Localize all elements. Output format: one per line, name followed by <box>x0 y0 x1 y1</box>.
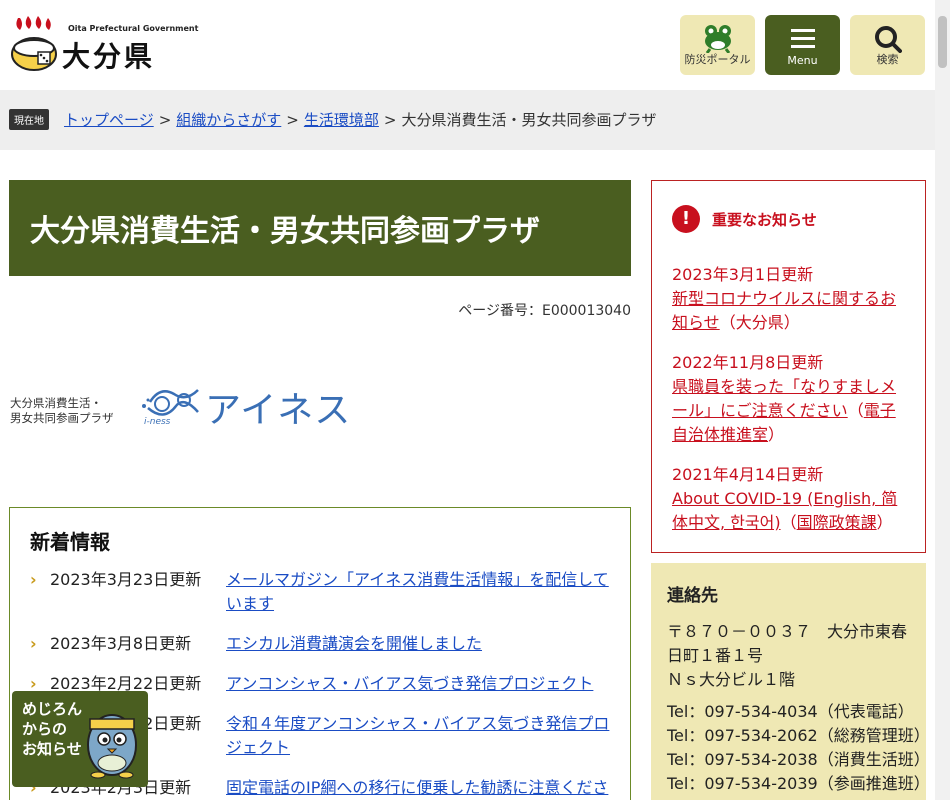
breadcrumb-current: 大分県消費生活・男女共同参画プラザ <box>401 111 657 129</box>
page-title: 大分県消費生活・男女共同参画プラザ <box>30 214 540 249</box>
breadcrumb-link-department[interactable]: 生活環境部 <box>304 111 379 129</box>
page-number: ページ番号：E000013040 <box>458 303 631 319</box>
notice-date: 2022年11月8日更新 <box>672 353 824 372</box>
disaster-portal-button[interactable]: 防災ポータル <box>680 15 755 75</box>
logo-english-text: Oita Prefectural Government <box>68 24 199 33</box>
iness-logo-icon: i-ness <box>142 389 199 426</box>
notice-dept-paren-open: （ <box>719 313 736 332</box>
page-title-banner: 大分県消費生活・男女共同参画プラザ <box>9 180 631 276</box>
search-label: 検索 <box>876 53 899 66</box>
news-link[interactable]: 令和４年度アンコンシャス・バイアス気づき発信プロジェクト <box>226 712 620 760</box>
mejiron-text: めじろん からの お知らせ <box>22 699 82 759</box>
mejiron-mascot-icon <box>87 714 137 779</box>
menu-label: Menu <box>787 54 818 67</box>
notice-date: 2021年4月14日更新 <box>672 465 824 484</box>
phone-line: Tel：097-534-4034（代表電話） <box>667 702 914 721</box>
phone-line: Tel：097-534-2039（参画推進班） <box>667 774 930 793</box>
notice-dept-paren-close: ） <box>783 313 800 332</box>
breadcrumb-separator: > <box>286 111 299 129</box>
breadcrumb-separator: > <box>383 111 397 129</box>
phone-line: Tel：097-534-2062（総務管理班） <box>667 726 930 745</box>
mejiron-notice-button[interactable]: めじろん からの お知らせ <box>12 691 148 787</box>
menu-button[interactable]: Menu <box>765 15 840 75</box>
notice-item: 2021年4月14日更新 About COVID-19 (English, 简体… <box>672 463 907 535</box>
notice-item: 2022年11月8日更新 県職員を装った「なりすましメール」にご注意ください（電… <box>672 351 907 447</box>
notice-dept-paren-close: ） <box>876 513 893 532</box>
contact-section: 連絡先 〒８７０－００３７ 大分市東春日町１番１号 Ｎｓ大分ビル１階 Tel：0… <box>651 563 930 800</box>
current-location-badge: 現在地 <box>9 109 49 130</box>
iness-caption-line1: 大分県消費生活・ <box>10 396 102 410</box>
mejiron-text-line: お知らせ <box>22 740 82 758</box>
phone-line: Tel：097-534-2038（消費生活班） <box>667 750 930 769</box>
mejiron-text-line: めじろん <box>22 700 83 718</box>
mejiron-text-line: からの <box>22 720 68 738</box>
chevron-right-icon: › <box>30 570 37 589</box>
news-link[interactable]: メールマガジン「アイネス消費生活情報」を配信しています <box>226 568 620 616</box>
alert-icon: ! <box>672 205 700 233</box>
news-link[interactable]: アンコンシャス・バイアス気づき発信プロジェクト <box>226 672 620 696</box>
news-date: 2023年3月23日更新 <box>50 570 202 589</box>
notices-list: 2023年3月1日更新 新型コロナウイルスに関するお知らせ（大分県） 2022年… <box>672 263 907 551</box>
notice-dept-paren-close: ） <box>768 425 785 444</box>
news-item: › 2023年3月23日更新 メールマガジン「アイネス消費生活情報」を配信してい… <box>30 568 620 616</box>
news-title: 新着情報 <box>30 530 110 554</box>
site-logo[interactable]: Oita Prefectural Government 大分県 <box>10 16 198 73</box>
news-link[interactable]: 固定電話のIP網への移行に便乗した勧誘に注意ください <box>226 776 620 800</box>
breadcrumb-link-top[interactable]: トップページ <box>64 111 154 129</box>
notice-item: 2023年3月1日更新 新型コロナウイルスに関するお知らせ（大分県） <box>672 263 907 335</box>
notices-heading: ! 重要なお知らせ <box>672 205 817 233</box>
address-line: 〒８７０－００３７ 大分市東春日町１番１号 <box>667 622 908 665</box>
breadcrumb: 現在地 トップページ > 組織からさがす > 生活環境部 > 大分県消費生活・男女共同参画プ… <box>0 90 935 150</box>
iness-caption: 大分県消費生活・ 男女共同参画プラザ <box>10 396 114 426</box>
iness-name: アイネス <box>205 390 352 431</box>
chevron-right-icon: › <box>30 634 37 653</box>
iness-caption-line2: 男女共同参画プラザ <box>10 411 114 425</box>
search-button[interactable]: 検索 <box>850 15 925 75</box>
news-link[interactable]: エシカル消費講演会を開催しました <box>226 632 620 656</box>
notice-date: 2023年3月1日更新 <box>672 265 814 284</box>
important-notices: ! 重要なお知らせ 2023年3月1日更新 新型コロナウイルスに関するお知らせ（… <box>651 180 926 553</box>
notices-title: 重要なお知らせ <box>712 210 817 229</box>
contact-phones: Tel：097-534-4034（代表電話） Tel：097-534-2062（… <box>667 700 930 796</box>
scrollbar-thumb[interactable] <box>938 16 947 68</box>
hamburger-icon <box>790 29 815 48</box>
page-scrollbar[interactable] <box>935 0 950 800</box>
contact-title: 連絡先 <box>667 586 718 606</box>
news-date: 2023年3月8日更新 <box>50 634 192 653</box>
search-icon <box>874 26 902 53</box>
notice-dept-link[interactable]: 国際政策課 <box>797 513 877 532</box>
breadcrumb-separator: > <box>158 111 172 129</box>
logo-japanese-text: 大分県 <box>62 40 156 73</box>
breadcrumb-link-organization[interactable]: 組織からさがす <box>176 111 281 129</box>
onsen-logo-icon <box>11 16 57 71</box>
contact-address: 〒８７０－００３７ 大分市東春日町１番１号 Ｎｓ大分ビル１階 <box>667 620 917 692</box>
site-header: Oita Prefectural Government 大分県 防災ポータル M… <box>0 0 935 90</box>
disaster-portal-label: 防災ポータル <box>684 53 751 66</box>
address-line: Ｎｓ大分ビル１階 <box>667 670 796 689</box>
breadcrumb-trail: トップページ > 組織からさがす > 生活環境部 > 大分県消費生活・男女共同参画プラザ <box>64 109 656 130</box>
notice-dept: 大分県 <box>735 313 784 332</box>
notice-dept-paren-open: （ <box>780 513 797 532</box>
frog-icon <box>704 25 731 53</box>
news-item: › 2023年3月8日更新 エシカル消費講演会を開催しました <box>30 632 620 656</box>
iness-mark-text: i-ness <box>144 417 171 426</box>
notice-dept-paren-open: （ <box>847 401 864 420</box>
